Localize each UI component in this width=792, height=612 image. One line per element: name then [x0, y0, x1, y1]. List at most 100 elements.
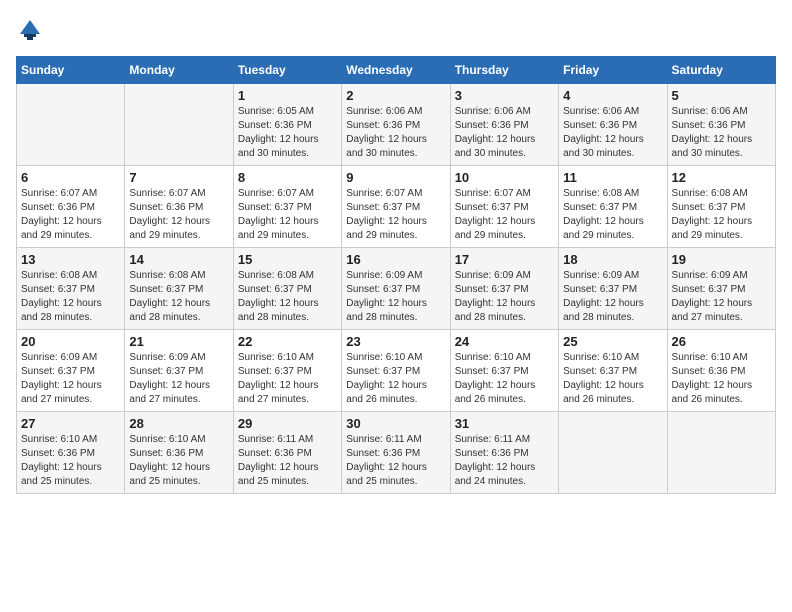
calendar-cell — [667, 412, 775, 494]
day-info: Sunrise: 6:10 AMSunset: 6:37 PMDaylight:… — [346, 351, 445, 407]
logo — [16, 16, 46, 44]
day-number: 23 — [346, 334, 445, 349]
calendar-cell: 1 Sunrise: 6:05 AMSunset: 6:36 PMDaylight… — [233, 84, 341, 166]
day-number: 2 — [346, 88, 445, 103]
day-info: Sunrise: 6:11 AMSunset: 6:36 PMDaylight:… — [346, 433, 445, 489]
day-number: 15 — [238, 252, 337, 267]
day-info: Sunrise: 6:06 AMSunset: 6:36 PMDaylight:… — [672, 105, 771, 161]
calendar-cell: 3 Sunrise: 6:06 AMSunset: 6:36 PMDaylight… — [450, 84, 558, 166]
calendar-week-row: 1 Sunrise: 6:05 AMSunset: 6:36 PMDaylight… — [17, 84, 776, 166]
day-number: 17 — [455, 252, 554, 267]
day-number: 31 — [455, 416, 554, 431]
calendar-cell: 25 Sunrise: 6:10 AMSunset: 6:37 PMDayligh… — [559, 330, 667, 412]
day-info: Sunrise: 6:08 AMSunset: 6:37 PMDaylight:… — [129, 269, 228, 325]
day-info: Sunrise: 6:07 AMSunset: 6:37 PMDaylight:… — [455, 187, 554, 243]
day-info: Sunrise: 6:09 AMSunset: 6:37 PMDaylight:… — [346, 269, 445, 325]
calendar-cell — [559, 412, 667, 494]
day-number: 19 — [672, 252, 771, 267]
day-info: Sunrise: 6:10 AMSunset: 6:37 PMDaylight:… — [455, 351, 554, 407]
weekday-header: Saturday — [667, 57, 775, 84]
day-info: Sunrise: 6:08 AMSunset: 6:37 PMDaylight:… — [672, 187, 771, 243]
day-info: Sunrise: 6:09 AMSunset: 6:37 PMDaylight:… — [563, 269, 662, 325]
calendar-cell: 20Sunrise: 6:09 AMSunset: 6:37 PMDayligh… — [17, 330, 125, 412]
day-number: 9 — [346, 170, 445, 185]
day-number: 30 — [346, 416, 445, 431]
day-number: 8 — [238, 170, 337, 185]
logo-icon — [16, 16, 44, 44]
day-number: 1 — [238, 88, 337, 103]
calendar-cell: 18Sunrise: 6:09 AMSunset: 6:37 PMDayligh… — [559, 248, 667, 330]
calendar-cell: 8 Sunrise: 6:07 AMSunset: 6:37 PMDaylight… — [233, 166, 341, 248]
day-info: Sunrise: 6:11 AMSunset: 6:36 PMDaylight:… — [455, 433, 554, 489]
day-info: Sunrise: 6:09 AMSunset: 6:37 PMDaylight:… — [129, 351, 228, 407]
calendar-week-row: 13 Sunrise: 6:08 AMSunset: 6:37 PMDayligh… — [17, 248, 776, 330]
day-number: 5 — [672, 88, 771, 103]
day-number: 4 — [563, 88, 662, 103]
day-number: 13 — [21, 252, 120, 267]
day-number: 6 — [21, 170, 120, 185]
day-number: 25 — [563, 334, 662, 349]
weekday-header: Wednesday — [342, 57, 450, 84]
day-number: 21 — [129, 334, 228, 349]
day-number: 22 — [238, 334, 337, 349]
calendar-cell: 9 Sunrise: 6:07 AMSunset: 6:37 PMDaylight… — [342, 166, 450, 248]
day-info: Sunrise: 6:10 AMSunset: 6:37 PMDaylight:… — [238, 351, 337, 407]
weekday-header: Thursday — [450, 57, 558, 84]
calendar-cell: 19 Sunrise: 6:09 AMSunset: 6:37 PMDayligh… — [667, 248, 775, 330]
calendar-table: SundayMondayTuesdayWednesdayThursdayFrid… — [16, 56, 776, 494]
day-number: 16 — [346, 252, 445, 267]
day-info: Sunrise: 6:09 AMSunset: 6:37 PMDaylight:… — [455, 269, 554, 325]
day-number: 24 — [455, 334, 554, 349]
calendar-cell: 16 Sunrise: 6:09 AMSunset: 6:37 PMDayligh… — [342, 248, 450, 330]
calendar-cell: 12Sunrise: 6:08 AMSunset: 6:37 PMDayligh… — [667, 166, 775, 248]
calendar-cell: 28Sunrise: 6:10 AMSunset: 6:36 PMDayligh… — [125, 412, 233, 494]
day-number: 3 — [455, 88, 554, 103]
day-number: 14 — [129, 252, 228, 267]
day-info: Sunrise: 6:07 AMSunset: 6:37 PMDaylight:… — [238, 187, 337, 243]
day-number: 27 — [21, 416, 120, 431]
day-info: Sunrise: 6:06 AMSunset: 6:36 PMDaylight:… — [455, 105, 554, 161]
day-info: Sunrise: 6:10 AMSunset: 6:36 PMDaylight:… — [21, 433, 120, 489]
calendar-cell: 4 Sunrise: 6:06 AMSunset: 6:36 PMDaylight… — [559, 84, 667, 166]
day-info: Sunrise: 6:10 AMSunset: 6:36 PMDaylight:… — [672, 351, 771, 407]
calendar-cell: 29Sunrise: 6:11 AMSunset: 6:36 PMDayligh… — [233, 412, 341, 494]
calendar-cell: 5 Sunrise: 6:06 AMSunset: 6:36 PMDaylight… — [667, 84, 775, 166]
day-number: 11 — [563, 170, 662, 185]
day-info: Sunrise: 6:11 AMSunset: 6:36 PMDaylight:… — [238, 433, 337, 489]
calendar-cell: 2 Sunrise: 6:06 AMSunset: 6:36 PMDaylight… — [342, 84, 450, 166]
day-info: Sunrise: 6:10 AMSunset: 6:37 PMDaylight:… — [563, 351, 662, 407]
calendar-cell: 22 Sunrise: 6:10 AMSunset: 6:37 PMDayligh… — [233, 330, 341, 412]
weekday-header: Sunday — [17, 57, 125, 84]
day-info: Sunrise: 6:06 AMSunset: 6:36 PMDaylight:… — [563, 105, 662, 161]
calendar-cell — [17, 84, 125, 166]
calendar-week-row: 27 Sunrise: 6:10 AMSunset: 6:36 PMDayligh… — [17, 412, 776, 494]
day-info: Sunrise: 6:08 AMSunset: 6:37 PMDaylight:… — [21, 269, 120, 325]
weekday-header: Monday — [125, 57, 233, 84]
calendar-cell: 24 Sunrise: 6:10 AMSunset: 6:37 PMDayligh… — [450, 330, 558, 412]
day-info: Sunrise: 6:07 AMSunset: 6:37 PMDaylight:… — [346, 187, 445, 243]
calendar-cell: 13 Sunrise: 6:08 AMSunset: 6:37 PMDayligh… — [17, 248, 125, 330]
calendar-week-row: 6 Sunrise: 6:07 AMSunset: 6:36 PMDaylight… — [17, 166, 776, 248]
day-info: Sunrise: 6:09 AMSunset: 6:37 PMDaylight:… — [672, 269, 771, 325]
calendar-cell: 6 Sunrise: 6:07 AMSunset: 6:36 PMDaylight… — [17, 166, 125, 248]
calendar-cell: 15 Sunrise: 6:08 AMSunset: 6:37 PMDayligh… — [233, 248, 341, 330]
day-info: Sunrise: 6:07 AMSunset: 6:36 PMDaylight:… — [21, 187, 120, 243]
day-number: 10 — [455, 170, 554, 185]
calendar-header-row: SundayMondayTuesdayWednesdayThursdayFrid… — [17, 57, 776, 84]
calendar-cell — [125, 84, 233, 166]
day-info: Sunrise: 6:05 AMSunset: 6:36 PMDaylight:… — [238, 105, 337, 161]
calendar-cell: 10 Sunrise: 6:07 AMSunset: 6:37 PMDayligh… — [450, 166, 558, 248]
weekday-header: Friday — [559, 57, 667, 84]
day-number: 7 — [129, 170, 228, 185]
day-number: 28 — [129, 416, 228, 431]
calendar-cell: 14 Sunrise: 6:08 AMSunset: 6:37 PMDayligh… — [125, 248, 233, 330]
day-number: 20 — [21, 334, 120, 349]
calendar-cell: 23 Sunrise: 6:10 AMSunset: 6:37 PMDayligh… — [342, 330, 450, 412]
calendar-cell: 7Sunrise: 6:07 AMSunset: 6:36 PMDaylight… — [125, 166, 233, 248]
calendar-cell: 26Sunrise: 6:10 AMSunset: 6:36 PMDayligh… — [667, 330, 775, 412]
day-info: Sunrise: 6:08 AMSunset: 6:37 PMDaylight:… — [238, 269, 337, 325]
calendar-cell: 21 Sunrise: 6:09 AMSunset: 6:37 PMDayligh… — [125, 330, 233, 412]
calendar-cell: 11Sunrise: 6:08 AMSunset: 6:37 PMDayligh… — [559, 166, 667, 248]
calendar-cell: 17 Sunrise: 6:09 AMSunset: 6:37 PMDayligh… — [450, 248, 558, 330]
day-info: Sunrise: 6:06 AMSunset: 6:36 PMDaylight:… — [346, 105, 445, 161]
